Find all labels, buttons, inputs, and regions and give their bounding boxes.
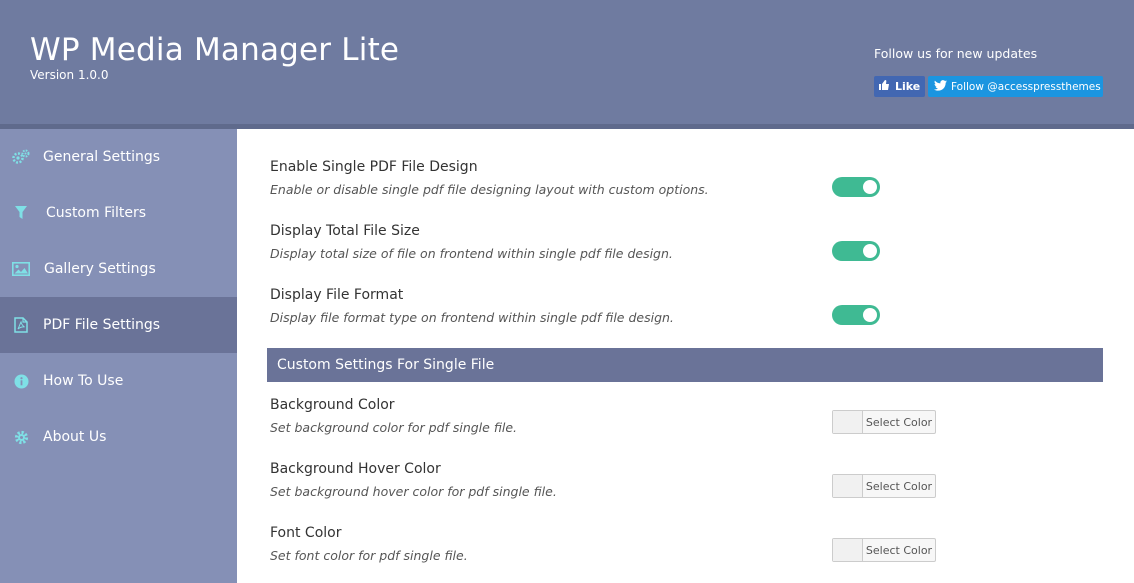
select-color-label: Select Color	[865, 415, 933, 429]
setting-enable-single-pdf: Enable Single PDF File Design Enable or …	[270, 159, 1070, 197]
setting-description: Set background hover color for pdf singl…	[270, 484, 557, 499]
sidebar-item-label: General Settings	[43, 149, 161, 165]
background-hover-color-picker-button[interactable]: Select Color	[832, 474, 936, 498]
sidebar-item-about-us[interactable]: About Us	[0, 409, 237, 465]
sidebar-item-how-to-use[interactable]: How To Use	[0, 353, 237, 409]
sidebar-item-label: Custom Filters	[46, 205, 147, 221]
filter-icon	[12, 204, 30, 222]
setting-description: Enable or disable single pdf file design…	[270, 182, 709, 197]
setting-background-color: Background Color Set background color fo…	[270, 397, 1070, 435]
twitter-follow-label: Follow @accesspressthemes	[951, 80, 1101, 93]
facebook-like-label: Like	[895, 80, 921, 93]
sidebar-item-pdf-file-settings[interactable]: PDF File Settings	[0, 297, 247, 353]
sidebar-item-gallery-settings[interactable]: Gallery Settings	[0, 241, 237, 297]
gears-icon	[12, 148, 30, 166]
setting-display-total-file-size: Display Total File Size Display total si…	[270, 223, 1070, 261]
background-color-picker-button[interactable]: Select Color	[832, 410, 936, 434]
app-title: WP Media Manager Lite	[30, 32, 400, 68]
select-color-label: Select Color	[865, 479, 933, 493]
pdf-file-icon	[12, 316, 30, 334]
enable-single-pdf-toggle[interactable]	[832, 177, 880, 197]
setting-label: Font Color	[270, 525, 342, 541]
color-swatch	[833, 539, 863, 561]
thumbs-up-icon	[878, 79, 890, 94]
page-header: WP Media Manager Lite Version 1.0.0 Foll…	[0, 0, 1134, 124]
facebook-like-button[interactable]: Like	[874, 76, 925, 97]
display-file-format-toggle[interactable]	[832, 305, 880, 325]
twitter-follow-button[interactable]: Follow @accesspressthemes	[928, 76, 1103, 97]
setting-description: Display file format type on frontend wit…	[270, 310, 674, 325]
color-swatch	[833, 411, 863, 433]
sidebar-item-label: How To Use	[43, 373, 124, 389]
gear-icon	[12, 428, 30, 446]
setting-description: Display total size of file on frontend w…	[270, 246, 673, 261]
sidebar-item-label: Gallery Settings	[44, 261, 156, 277]
setting-background-hover-color: Background Hover Color Set background ho…	[270, 461, 1070, 499]
setting-display-file-format: Display File Format Display file format …	[270, 287, 1070, 325]
setting-label: Background Hover Color	[270, 461, 441, 477]
setting-description: Set background color for pdf single file…	[270, 420, 518, 435]
sidebar-item-label: About Us	[43, 429, 107, 445]
info-icon	[12, 372, 30, 390]
setting-description: Set font color for pdf single file.	[270, 548, 468, 563]
display-total-file-size-toggle[interactable]	[832, 241, 880, 261]
setting-label: Display Total File Size	[270, 223, 420, 239]
sidebar-item-custom-filters[interactable]: Custom Filters	[0, 185, 237, 241]
setting-label: Enable Single PDF File Design	[270, 159, 478, 175]
main-content: Enable Single PDF File Design Enable or …	[237, 129, 1134, 583]
setting-label: Display File Format	[270, 287, 404, 303]
sidebar: General Settings Custom Filters Gallery …	[0, 129, 247, 583]
color-swatch	[833, 475, 863, 497]
font-color-picker-button[interactable]: Select Color	[832, 538, 936, 562]
section-header: Custom Settings For Single File	[267, 348, 1103, 382]
twitter-bird-icon	[934, 79, 947, 94]
select-color-label: Select Color	[865, 543, 933, 557]
image-icon	[12, 260, 30, 278]
setting-font-color: Font Color Set font color for pdf single…	[270, 525, 1070, 563]
setting-label: Background Color	[270, 397, 395, 413]
follow-text: Follow us for new updates	[874, 46, 1038, 61]
sidebar-item-general-settings[interactable]: General Settings	[0, 129, 237, 185]
app-version: Version 1.0.0	[30, 68, 109, 82]
sidebar-item-label: PDF File Settings	[43, 317, 161, 333]
